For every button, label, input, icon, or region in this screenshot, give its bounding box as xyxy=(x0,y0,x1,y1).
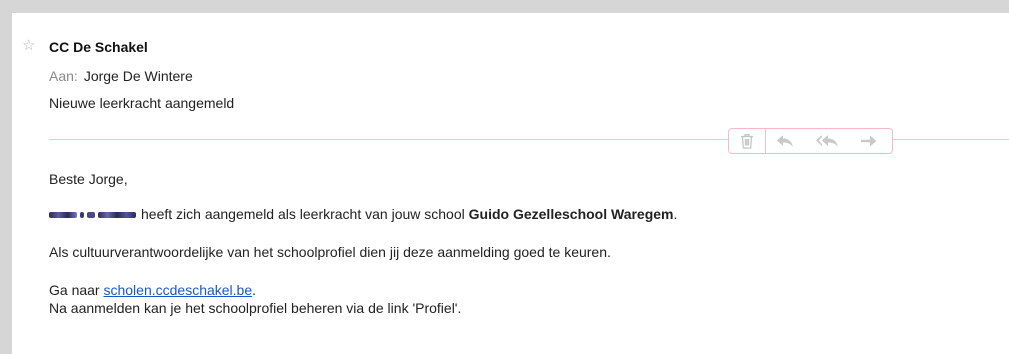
email-subject: Nieuwe leerkracht aangemeld xyxy=(49,95,235,111)
sender-name: CC De Schakel xyxy=(49,39,148,55)
forward-button[interactable] xyxy=(850,129,888,153)
recipient-row: Aan: Jorge De Wintere xyxy=(49,68,193,84)
reply-button[interactable] xyxy=(766,129,804,153)
trash-icon xyxy=(741,134,753,149)
reply-all-icon xyxy=(816,135,838,147)
registration-text: heeft zich aangemeld als leerkracht van … xyxy=(141,206,465,222)
goto-prefix: Ga naar xyxy=(49,282,100,298)
reply-icon xyxy=(777,135,793,147)
window-frame-left xyxy=(0,0,12,354)
message-toolbar xyxy=(728,128,893,154)
goto-period: . xyxy=(252,282,257,298)
email-view: ☆ CC De Schakel Aan: Jorge De Wintere Nie… xyxy=(12,13,1009,354)
school-name: Guido Gezelleschool Waregem xyxy=(468,206,674,222)
forward-icon xyxy=(861,135,877,147)
recipient-name: Jorge De Wintere xyxy=(83,68,193,84)
school-portal-link[interactable]: scholen.ccdeschakel.be xyxy=(103,282,252,298)
star-icon[interactable]: ☆ xyxy=(22,38,35,54)
email-line-profile: Na aanmelden kan je het schoolprofiel be… xyxy=(49,300,462,316)
email-line-approval: Als cultuurverantwoordelijke van het sch… xyxy=(49,244,611,260)
window-frame-top xyxy=(0,0,1009,13)
email-greeting: Beste Jorge, xyxy=(49,171,128,187)
delete-button[interactable] xyxy=(729,129,766,153)
reply-all-button[interactable] xyxy=(804,129,850,153)
to-label: Aan: xyxy=(49,68,78,84)
redacted-name xyxy=(49,212,136,219)
email-line-goto: Ga naar scholen.ccdeschakel.be. xyxy=(49,282,256,298)
email-line-registration: heeft zich aangemeld als leerkracht van … xyxy=(49,206,677,222)
registration-period: . xyxy=(673,206,678,222)
